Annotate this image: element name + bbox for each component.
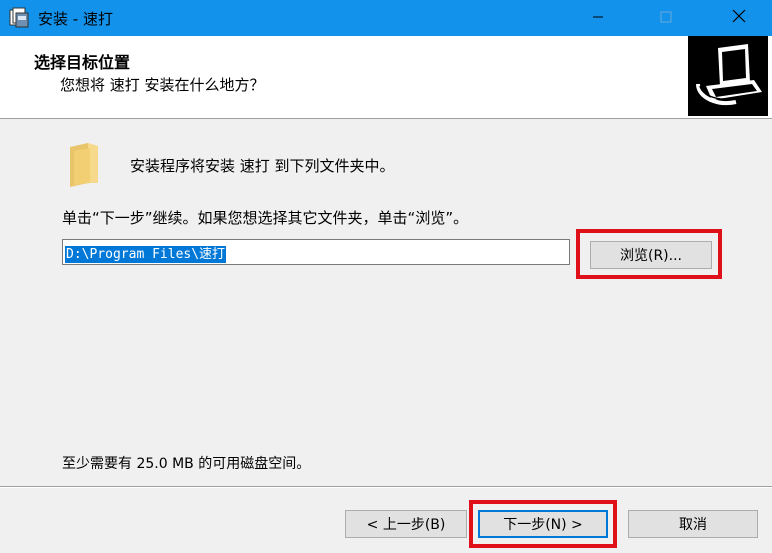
- disk-space-text: 至少需要有 25.0 MB 的可用磁盘空间。: [62, 456, 311, 472]
- folder-icon: [68, 143, 102, 187]
- instruction-text: 单击“下一步”继续。如果您想选择其它文件夹，单击“浏览”。: [62, 209, 469, 227]
- cancel-button[interactable]: 取消: [628, 510, 758, 538]
- footer-divider: [0, 486, 772, 488]
- back-button[interactable]: < 上一步(B): [345, 510, 467, 538]
- minimize-button[interactable]: [575, 0, 621, 36]
- install-destination-text: 安装程序将安装 速打 到下列文件夹中。: [130, 157, 395, 175]
- close-icon: [732, 9, 746, 27]
- wizard-image-icon: [688, 36, 768, 116]
- maximize-button[interactable]: [643, 0, 689, 36]
- page-title: 选择目标位置: [34, 53, 131, 72]
- next-button[interactable]: 下一步(N) >: [478, 510, 608, 538]
- browse-button[interactable]: 浏览(R)...: [590, 241, 712, 269]
- install-path-value: D:\Program Files\速打: [65, 246, 227, 263]
- maximize-icon: [660, 9, 672, 27]
- installer-icon: [8, 7, 30, 29]
- wizard-body: 安装程序将安装 速打 到下列文件夹中。 单击“下一步”继续。如果您想选择其它文件…: [0, 119, 772, 485]
- install-path-input[interactable]: D:\Program Files\速打: [62, 239, 570, 265]
- wizard-header: 选择目标位置 您想将 速打 安装在什么地方？: [0, 36, 772, 119]
- title-bar: 安装 - 速打: [0, 0, 772, 36]
- page-subtitle: 您想将 速打 安装在什么地方？: [60, 76, 265, 94]
- window-title: 安装 - 速打: [38, 10, 113, 28]
- minimize-icon: [592, 9, 604, 27]
- close-button[interactable]: [716, 0, 762, 36]
